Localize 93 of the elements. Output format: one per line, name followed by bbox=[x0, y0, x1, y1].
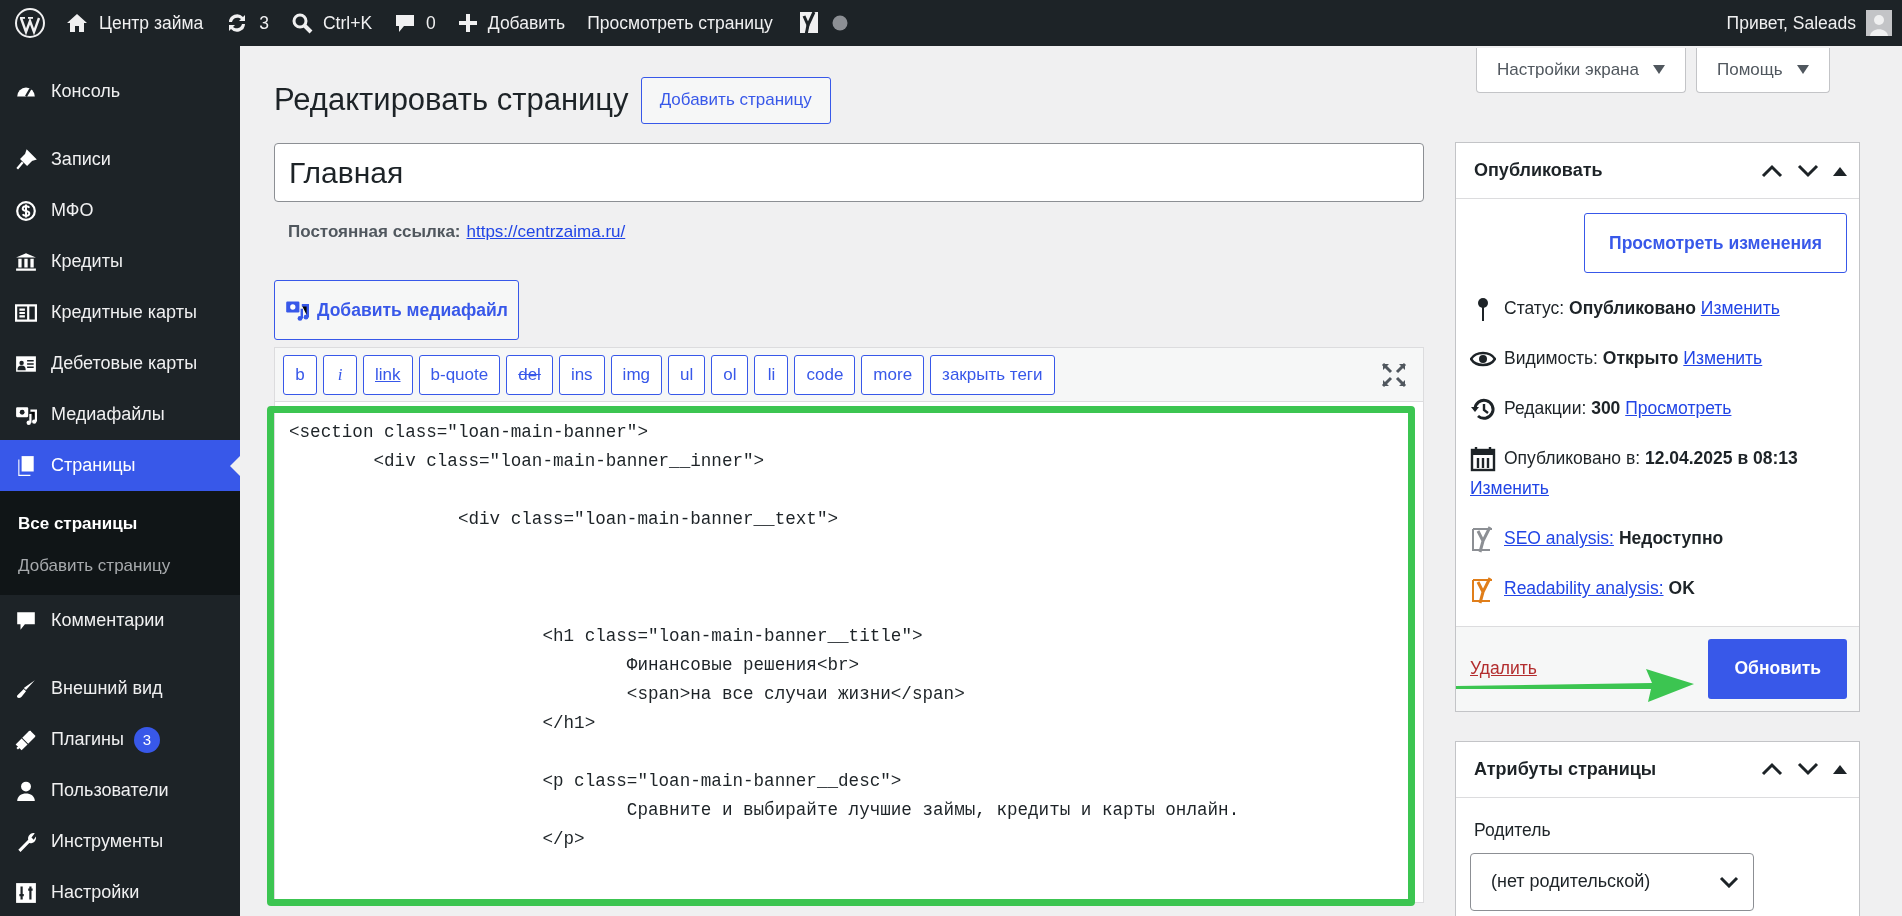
sidebar-item[interactable]: Комментарии bbox=[0, 595, 240, 646]
analysis-link[interactable]: SEO analysis: bbox=[1504, 528, 1614, 548]
home-icon bbox=[65, 11, 89, 35]
status-text: Видимость: Открыто bbox=[1504, 348, 1679, 368]
updates-link[interactable]: 3 bbox=[214, 0, 280, 46]
sidebar-item[interactable]: Кредиты bbox=[0, 236, 240, 287]
box-title: Опубликовать bbox=[1474, 160, 1604, 181]
sidebar-item[interactable]: Пользователи bbox=[0, 765, 240, 816]
pushpin-icon bbox=[15, 148, 37, 171]
title-field[interactable]: Главная bbox=[274, 143, 1424, 202]
pages-icon bbox=[15, 454, 37, 477]
dropdown-triangle-icon bbox=[1796, 65, 1809, 75]
parent-label: Родитель bbox=[1474, 819, 1552, 841]
analysis-value: Недоступно bbox=[1618, 528, 1724, 548]
change-link[interactable]: Изменить bbox=[1683, 348, 1763, 368]
dropdown-triangle-icon bbox=[1652, 65, 1665, 75]
sidebar-item[interactable]: Записи bbox=[0, 134, 240, 185]
delete-link[interactable]: Удалить bbox=[1470, 658, 1537, 680]
quicktag-button[interactable]: i bbox=[323, 354, 357, 395]
sidebar-item[interactable]: Инструменты bbox=[0, 816, 240, 867]
code-editor[interactable]: <section class="loan-main-banner"> <div class="loan-main-banner__inner"> <div class="loan-main-banner__text"> <h1 class="loan-main-banner__title"> Финансовые решения<br> <span>на все случаи жизни</span> </h1> <p class="loan-main-banner__desc"> Сравните и выбирайте лучшие займы, кредиты и карты онлайн. </p> bbox=[275, 402, 1423, 902]
speech-bubble-icon bbox=[394, 12, 417, 34]
submenu-item[interactable]: Все страницы bbox=[0, 503, 240, 545]
permalink-label: Постоянная ссылка: bbox=[288, 222, 461, 243]
analysis-value: OK bbox=[1668, 578, 1695, 599]
search-icon bbox=[291, 12, 313, 34]
sidebar-item[interactable]: Консоль bbox=[0, 66, 240, 117]
plus-icon bbox=[457, 13, 478, 33]
status-dot-icon bbox=[831, 15, 848, 31]
status-text: Статус: Опубликовано bbox=[1504, 298, 1696, 318]
count-badge: 3 bbox=[133, 726, 160, 753]
add-page-button[interactable]: Добавить страницу bbox=[640, 76, 831, 124]
chevron-down-icon bbox=[1719, 875, 1739, 888]
sidebar-item[interactable]: Внешний вид bbox=[0, 663, 240, 714]
view-page-link[interactable]: Просмотреть страницу bbox=[576, 0, 784, 46]
change-link[interactable]: Изменить bbox=[1470, 478, 1549, 498]
sidebar-item[interactable]: Страницы bbox=[0, 440, 240, 491]
quicktag-button[interactable]: b-quote bbox=[418, 354, 501, 395]
chevron-up-icon[interactable] bbox=[1761, 762, 1783, 777]
quicktag-button[interactable]: img bbox=[610, 354, 662, 395]
pin-icon bbox=[1477, 297, 1489, 322]
quicktag-button[interactable]: link bbox=[363, 354, 413, 395]
analysis-link[interactable]: Readability analysis: bbox=[1504, 578, 1664, 599]
greeting-link[interactable]: Привет, Saleads bbox=[1726, 12, 1856, 34]
fullscreen-icon[interactable] bbox=[1381, 361, 1407, 388]
change-link[interactable]: Просмотреть bbox=[1625, 398, 1732, 418]
calendar-icon bbox=[1470, 446, 1496, 473]
status-text: Опубликовано в: 12.04.2025 в 08:13 bbox=[1504, 448, 1798, 468]
wrench-icon bbox=[15, 830, 37, 853]
quicktag-button[interactable]: del bbox=[506, 354, 553, 395]
sidebar-item[interactable]: Кредитные карты bbox=[0, 287, 240, 338]
page-heading: Редактировать страницу bbox=[274, 82, 629, 118]
sidebar-item[interactable]: МФО bbox=[0, 185, 240, 236]
add-new-link[interactable]: Добавить bbox=[446, 0, 577, 46]
wordpress-logo-icon[interactable] bbox=[14, 7, 46, 39]
preview-changes-button[interactable]: Просмотреть изменения bbox=[1584, 213, 1847, 273]
bank-icon bbox=[15, 250, 37, 273]
columns-icon bbox=[15, 301, 37, 324]
collapse-triangle-icon[interactable] bbox=[1833, 764, 1847, 775]
screen-tab[interactable]: Помощь bbox=[1695, 48, 1830, 93]
collapse-triangle-icon[interactable] bbox=[1833, 165, 1847, 176]
update-button[interactable]: Обновить bbox=[1708, 638, 1847, 699]
parent-select[interactable]: (нет родительской) bbox=[1470, 852, 1754, 911]
permalink-link[interactable]: https://centrzaima.ru/ bbox=[466, 222, 626, 246]
sidebar-item[interactable]: Медиафайлы bbox=[0, 389, 240, 440]
sidebar-item[interactable]: Плагины 3 bbox=[0, 714, 240, 765]
chevron-down-icon[interactable] bbox=[1797, 163, 1819, 178]
box-title: Атрибуты страницы bbox=[1474, 758, 1658, 780]
chevron-up-icon[interactable] bbox=[1761, 163, 1783, 178]
user-icon bbox=[15, 779, 37, 802]
search-link[interactable]: Ctrl+K bbox=[280, 0, 384, 46]
screen-tab[interactable]: Настройки экрана bbox=[1476, 48, 1686, 93]
site-link[interactable]: Центр займа bbox=[54, 0, 215, 46]
speech-bubble-icon bbox=[15, 609, 37, 632]
quicktag-button[interactable]: li bbox=[754, 354, 789, 395]
quicktag-button[interactable]: закрыть теги bbox=[930, 354, 1055, 395]
submenu-item[interactable]: Добавить страницу bbox=[0, 545, 240, 587]
quicktag-button[interactable]: more bbox=[861, 354, 925, 395]
status-text: Редакции: 300 bbox=[1504, 398, 1621, 418]
sliders-icon bbox=[15, 881, 37, 904]
chevron-down-icon[interactable] bbox=[1797, 762, 1819, 777]
history-icon bbox=[1470, 396, 1496, 423]
quicktag-button[interactable]: ul bbox=[668, 354, 706, 395]
dollar-icon bbox=[15, 199, 37, 222]
change-link[interactable]: Изменить bbox=[1700, 298, 1780, 318]
quicktag-button[interactable]: ins bbox=[558, 354, 605, 395]
quicktag-button[interactable]: code bbox=[794, 354, 856, 395]
comments-link[interactable]: 0 bbox=[383, 0, 447, 46]
quicktag-button[interactable]: b bbox=[283, 354, 317, 395]
quicktag-button[interactable]: ol bbox=[711, 354, 749, 395]
sidebar-item[interactable]: Настройки bbox=[0, 867, 240, 916]
sidebar-item[interactable]: Дебетовые карты bbox=[0, 338, 240, 389]
add-media-button[interactable]: Добавить медиафайл bbox=[274, 280, 519, 340]
